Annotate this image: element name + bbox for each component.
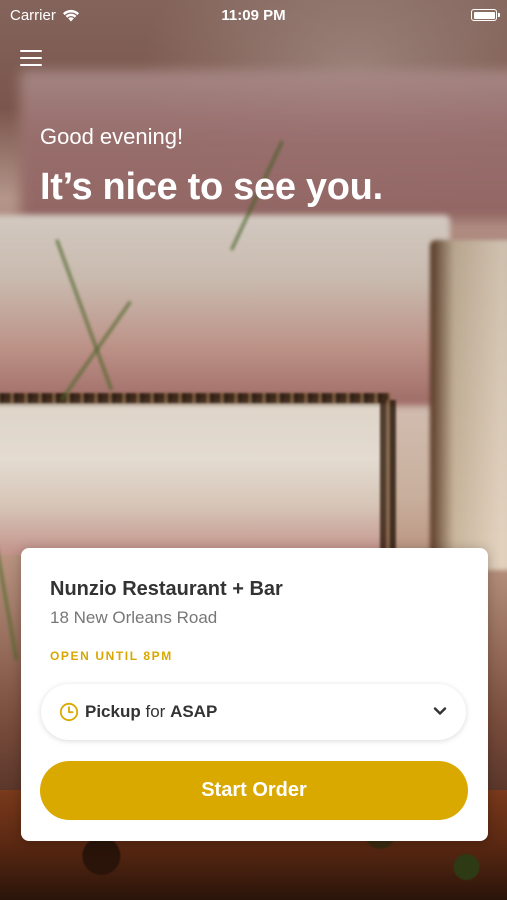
headline-text: It’s nice to see you. [40,166,383,208]
start-order-button[interactable]: Start Order [40,761,468,820]
clock-icon [59,702,79,722]
battery-icon [471,9,500,21]
order-type-value: Pickup [85,702,141,721]
restaurant-address: 18 New Orleans Road [50,608,218,627]
order-type-select[interactable]: Pickup for ASAP [41,684,466,740]
restaurant-card: Nunzio Restaurant + Bar 18 New Orleans R… [21,548,488,841]
hours-label: OPEN UNTIL 8PM [50,649,173,663]
carrier-group: Carrier [10,7,80,24]
wifi-icon [62,9,79,21]
order-connector: for [145,702,166,721]
menu-icon[interactable] [20,48,42,68]
restaurant-name: Nunzio Restaurant + Bar [50,578,283,600]
order-time-value: ASAP [170,702,218,721]
carrier-label: Carrier [10,6,56,24]
greeting-text: Good evening! [40,124,184,149]
status-bar: Carrier 11:09 PM [0,0,507,30]
chevron-down-icon [433,707,447,715]
order-type-text: Pickup for ASAP [85,702,217,722]
